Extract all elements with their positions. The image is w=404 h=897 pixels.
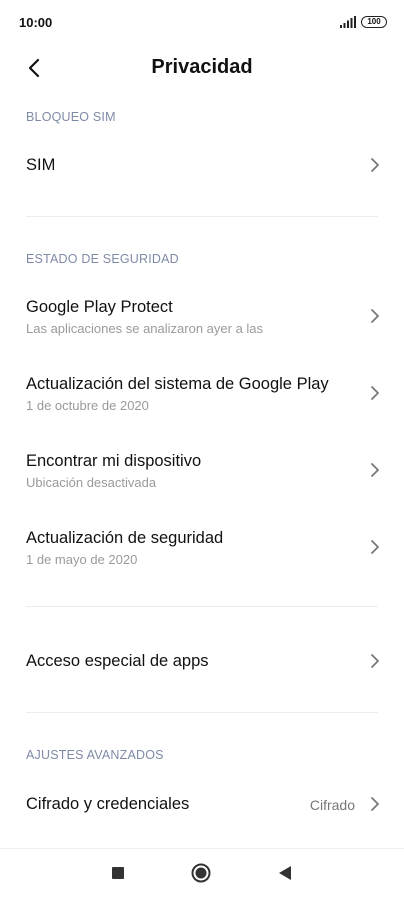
settings-item-title: Encontrar mi dispositivo (26, 452, 202, 470)
settings-item-title: Cifrado y credenciales (26, 795, 190, 813)
section-header-sim-lock: BLOQUEO SIM (26, 110, 116, 124)
screen: 10:00 100 Privacidad BLOQUEO SIM SIM EST… (0, 0, 404, 897)
settings-item-title: Actualización de seguridad (26, 529, 224, 547)
section-header-security-status: ESTADO DE SEGURIDAD (26, 252, 179, 266)
settings-item-security-update[interactable]: Actualización de seguridad 1 de mayo de … (0, 520, 404, 580)
settings-item-google-play-protect[interactable]: Google Play Protect Las aplicaciones se … (0, 288, 404, 348)
settings-item-sim[interactable]: SIM (0, 140, 404, 190)
settings-item-subtitle: Ubicación desactivada (26, 475, 157, 490)
settings-item-title: Google Play Protect (26, 298, 173, 316)
battery-level: 100 (367, 17, 381, 26)
chevron-right-icon (371, 158, 379, 172)
settings-item-encryption-credentials[interactable]: Cifrado y credenciales Cifrado (0, 779, 404, 829)
page-title: Privacidad (151, 56, 253, 78)
nav-recents-icon[interactable] (112, 867, 124, 879)
settings-item-title: Actualización del sistema de Google Play (26, 375, 329, 393)
chevron-right-icon (371, 386, 379, 400)
settings-item-find-my-device[interactable]: Encontrar mi dispositivo Ubicación desac… (0, 443, 404, 503)
divider (26, 712, 378, 713)
nav-back-icon[interactable] (278, 865, 292, 881)
chevron-right-icon (371, 797, 379, 811)
chevron-right-icon (371, 654, 379, 668)
chevron-right-icon (371, 309, 379, 323)
settings-item-subtitle: 1 de mayo de 2020 (26, 552, 138, 567)
divider (26, 606, 378, 607)
app-header: Privacidad (0, 46, 404, 92)
settings-item-title: SIM (26, 156, 56, 174)
status-time: 10:00 (19, 15, 53, 30)
section-header-advanced: AJUSTES AVANZADOS (26, 748, 164, 762)
navigation-bar (0, 848, 404, 897)
nav-home-icon[interactable] (191, 863, 211, 883)
settings-item-title: Acceso especial de apps (26, 652, 209, 670)
settings-item-value: Cifrado (309, 797, 355, 813)
chevron-right-icon (371, 463, 379, 477)
divider (26, 216, 378, 217)
settings-item-subtitle: Las aplicaciones se analizaron ayer a la… (26, 321, 264, 336)
settings-item-special-app-access[interactable]: Acceso especial de apps (0, 636, 404, 686)
status-bar: 10:00 100 (0, 0, 404, 46)
settings-item-google-play-system-update[interactable]: Actualización del sistema de Google Play… (0, 366, 404, 426)
signal-icon (340, 16, 356, 28)
battery-icon: 100 (361, 16, 387, 28)
settings-item-subtitle: 1 de octubre de 2020 (26, 398, 149, 413)
chevron-right-icon (371, 540, 379, 554)
